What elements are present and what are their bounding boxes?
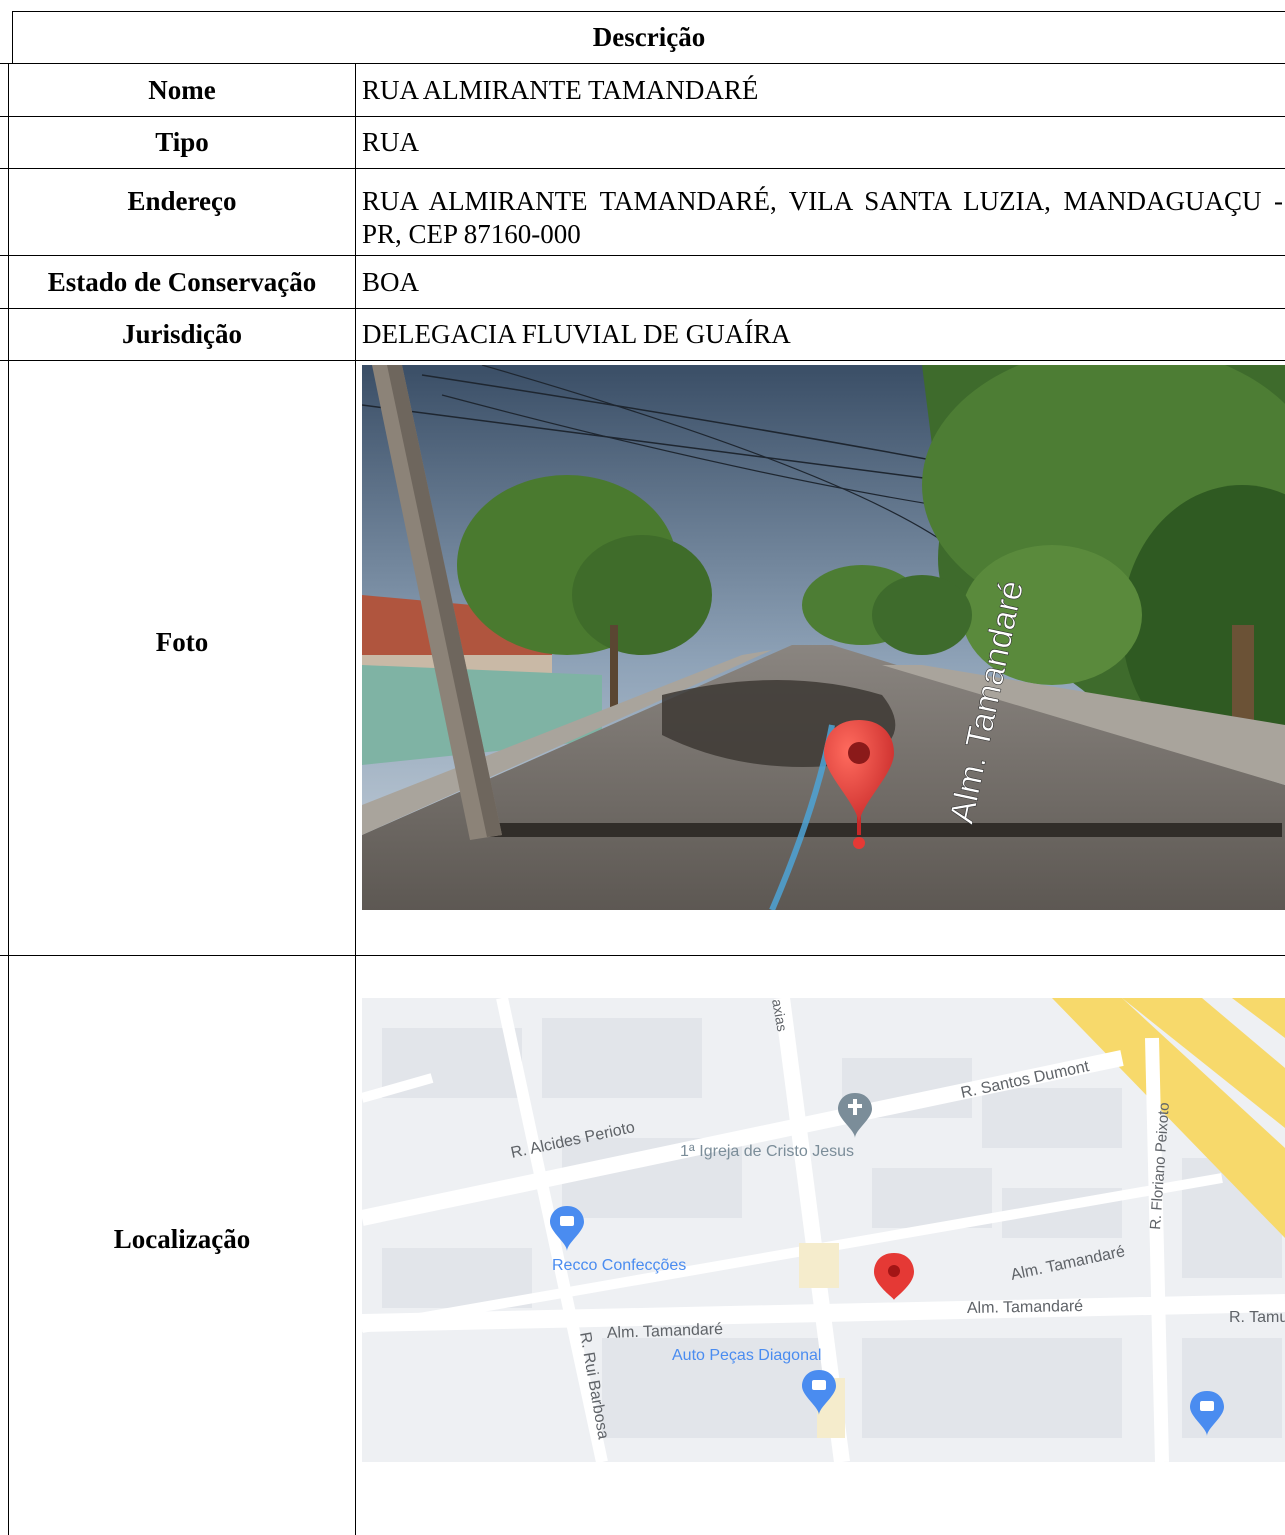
table-header: Descrição xyxy=(13,12,1285,63)
map-place-auto-pecas: Auto Peças Diagonal xyxy=(672,1347,821,1364)
table-header-title: Descrição xyxy=(592,22,706,52)
map-street-tamu: R. Tamu xyxy=(1229,1309,1285,1326)
label-tipo: Tipo xyxy=(155,127,209,157)
map-street-tamandare-3: Alm. Tamandaré xyxy=(967,1298,1084,1317)
value-tipo: RUA xyxy=(362,127,420,157)
value-nome: RUA ALMIRANTE TAMANDARÉ xyxy=(362,74,759,105)
description-table: Descrição Nome RUA ALMIRANTE TAMANDARÉ T… xyxy=(0,0,1285,1535)
label-endereco: Endereço xyxy=(9,169,355,255)
street-photo: Alm. Tamandaré xyxy=(362,365,1285,910)
value-estado-conservacao: BOA xyxy=(362,266,420,297)
location-map: R. Alcides Perioto R. Santos Dumont R. F… xyxy=(362,998,1285,1462)
street-photo-image: Alm. Tamandaré xyxy=(362,365,1285,910)
label-estado-conservacao: Estado de Conservação xyxy=(47,266,317,297)
label-localizacao: Localização xyxy=(113,1223,251,1254)
label-foto: Foto xyxy=(155,626,209,657)
label-endereco-text: Endereço xyxy=(127,186,237,216)
location-map-image: R. Alcides Perioto R. Santos Dumont R. F… xyxy=(362,998,1285,1462)
map-place-recco: Recco Confecções xyxy=(552,1257,686,1274)
label-nome: Nome xyxy=(148,74,216,105)
label-jurisdicao: Jurisdição xyxy=(121,319,242,349)
value-jurisdicao: DELEGACIA FLUVIAL DE GUAÍRA xyxy=(362,319,791,349)
value-endereco: RUA ALMIRANTE TAMANDARÉ, VILA SANTA LUZI… xyxy=(362,186,1283,249)
map-place-igreja: 1ª Igreja de Cristo Jesus xyxy=(680,1143,854,1160)
